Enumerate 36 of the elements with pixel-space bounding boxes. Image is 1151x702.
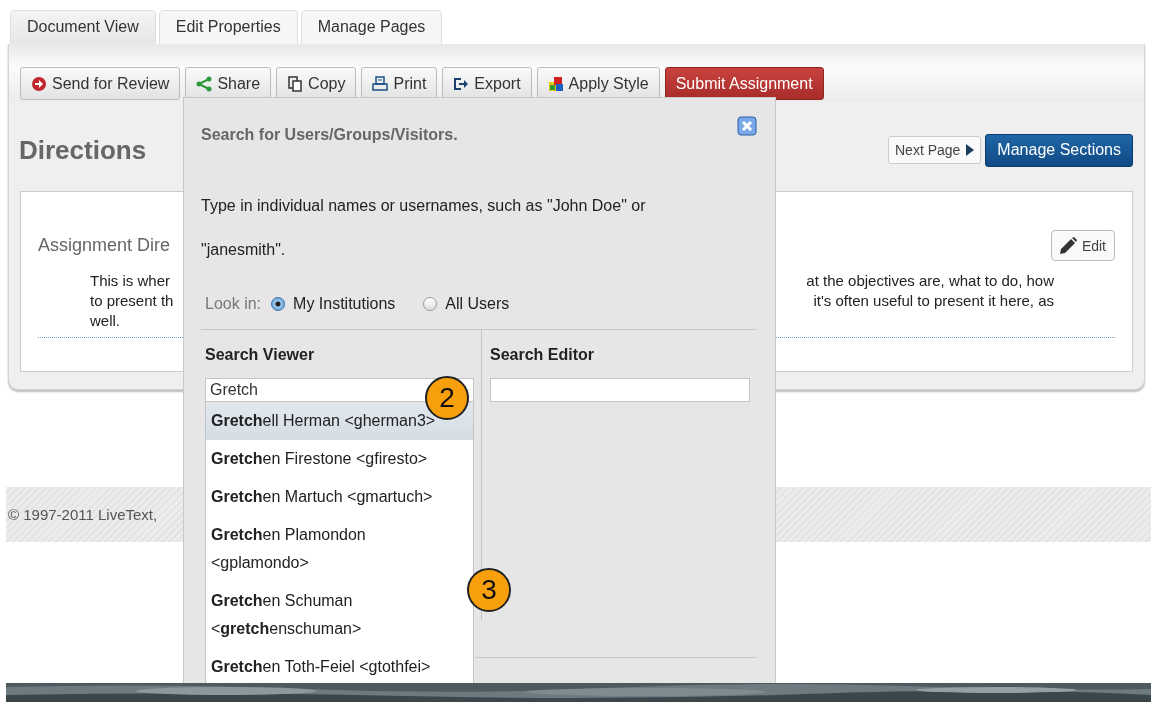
- section-title: Assignment Dire: [38, 235, 171, 256]
- radio-option[interactable]: All Users: [423, 295, 510, 313]
- suggestion-item[interactable]: Gretchen Toth-Feiel <gtothfei>: [206, 648, 473, 686]
- copy-icon: [287, 75, 304, 92]
- tab[interactable]: Manage Pages: [300, 10, 443, 44]
- paragraph-line: to present th: [90, 291, 174, 311]
- look-in-label: Look in:: [205, 295, 262, 313]
- close-icon[interactable]: [737, 116, 757, 136]
- column-heading: Search Viewer: [205, 346, 316, 364]
- style-icon: [547, 75, 564, 92]
- dialog-title: Search for Users/Groups/Visitors.: [201, 126, 459, 144]
- suggestion-item[interactable]: Gretchen Firestone <gfiresto>: [206, 440, 473, 478]
- triangle-icon: [966, 144, 975, 156]
- next-page-button[interactable]: Next Page: [888, 136, 982, 164]
- radio-option[interactable]: My Institutions: [271, 295, 396, 313]
- column-heading: Search Editor: [490, 346, 595, 364]
- print-icon: [372, 75, 389, 92]
- suggestion-item[interactable]: Gretchen Martuch <gmartuch>: [206, 478, 473, 516]
- tab[interactable]: Document View: [10, 10, 156, 44]
- submit-button[interactable]: Submit Assignment: [664, 67, 824, 100]
- tab[interactable]: Edit Properties: [158, 10, 298, 44]
- page-heading: Directions: [19, 134, 147, 166]
- paragraph-line: at the objectives are, what to do, how: [806, 271, 1054, 291]
- paragraph-line: well.: [90, 311, 121, 331]
- review-icon: [31, 75, 47, 92]
- search-field[interactable]: [490, 378, 750, 402]
- toolbar-button[interactable]: Send for Review: [20, 67, 181, 100]
- edit-button[interactable]: Edit: [1050, 230, 1115, 261]
- export-icon: [453, 75, 470, 92]
- copyright-text: © 1997-2011 LiveText,: [8, 506, 158, 523]
- instructions-text: Type in individual names or usernames, such as "John Doe" or "janesmith".: [201, 196, 647, 260]
- manage-sections-button[interactable]: Manage Sections: [985, 133, 1133, 167]
- pencil-icon: [1057, 235, 1078, 256]
- share-icon: [196, 75, 213, 92]
- paragraph-line: This is wher: [90, 271, 172, 291]
- paragraph-line: it's often useful to present it here, as: [812, 291, 1054, 311]
